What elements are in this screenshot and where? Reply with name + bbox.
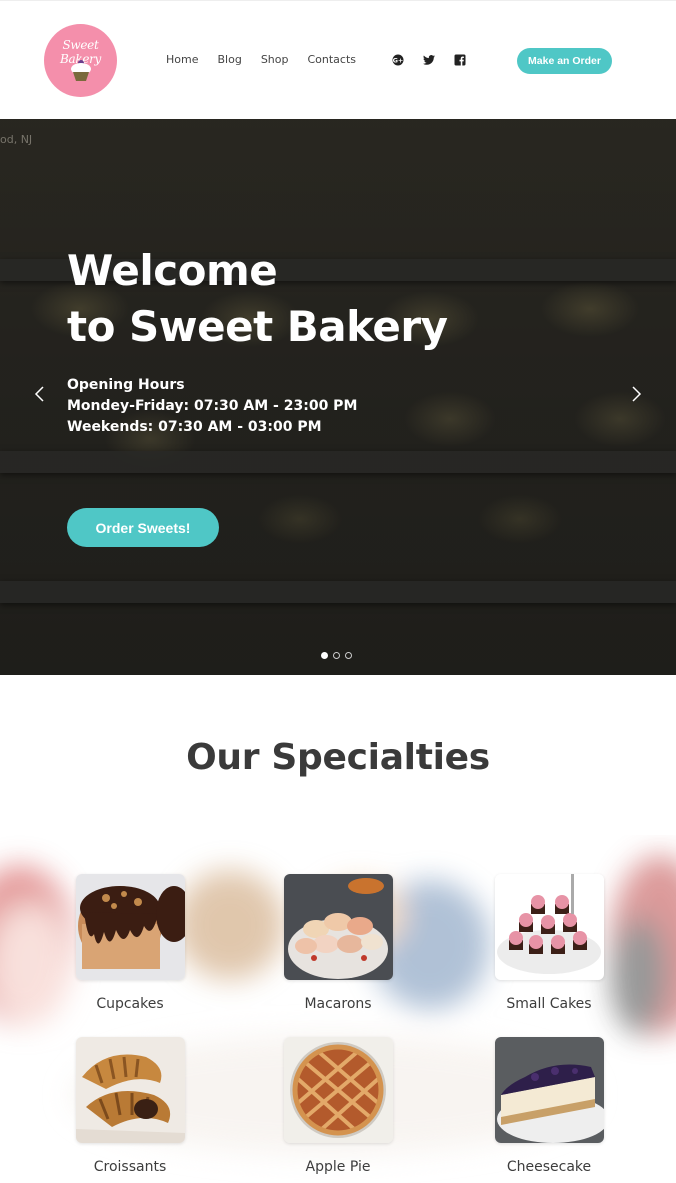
specialty-item-croissants[interactable]: Croissants [55,1037,205,1183]
hours-weekdays: Mondey-Friday: 07:30 AM - 23:00 PM [67,398,358,414]
hero-slider: od, NJ Welcome to Sweet Bakery Opening H… [0,119,676,675]
google-plus-icon[interactable]: G+ [391,53,405,67]
specialty-item-macarons[interactable]: Macarons [263,874,413,1024]
order-sweets-button[interactable]: Order Sweets! [67,508,219,547]
hours-title: Opening Hours [67,377,185,393]
hours-weekends: Weekends: 07:30 AM - 03:00 PM [67,419,322,435]
specialty-label[interactable]: Cupcakes [55,996,205,1012]
nav-shop[interactable]: Shop [261,53,289,66]
logo[interactable]: Sweet Bakery [44,24,117,97]
main-nav: Home Blog Shop Contacts [166,53,356,66]
cupcake-icon [71,60,91,81]
hero-title: Welcome to Sweet Bakery [67,243,587,355]
facebook-icon[interactable] [453,53,467,67]
social-links: G+ [391,53,467,67]
slider-dot[interactable] [321,652,328,659]
chevron-right-icon[interactable] [626,384,646,404]
hero-title-line2: to Sweet Bakery [67,302,448,351]
specialty-label[interactable]: Small Cakes [474,996,624,1012]
nav-home[interactable]: Home [166,53,198,66]
nav-blog[interactable]: Blog [217,53,241,66]
make-order-button[interactable]: Make an Order [517,48,612,74]
nav-contacts[interactable]: Contacts [307,53,356,66]
hero-corner-text: od, NJ [0,133,33,146]
specialty-label[interactable]: Macarons [263,996,413,1012]
croissants-image[interactable] [76,1037,185,1143]
chevron-left-icon[interactable] [30,384,50,404]
specialty-item-cheesecake[interactable]: Cheesecake [474,1037,624,1183]
opening-hours: Opening Hours Mondey-Friday: 07:30 AM - … [67,375,357,438]
oven-rack [0,451,676,473]
slider-dots [321,652,352,659]
specialty-label[interactable]: Cheesecake [474,1159,624,1175]
slider-dot[interactable] [333,652,340,659]
hero-title-line1: Welcome [67,246,278,295]
macarons-image[interactable] [284,874,393,980]
cupcakes-image[interactable] [76,874,185,980]
slider-dot[interactable] [345,652,352,659]
site-header: Sweet Bakery Home Blog Shop Contacts G+ … [0,0,676,119]
oven-rack [0,581,676,603]
specialties-section: Our Specialties Cupcakes Macarons Small … [0,675,676,1183]
specialty-label[interactable]: Croissants [55,1159,205,1175]
specialty-item-cupcakes[interactable]: Cupcakes [55,874,205,1024]
svg-text:G+: G+ [393,57,404,65]
twitter-icon[interactable] [422,53,436,67]
specialty-label[interactable]: Apple Pie [263,1159,413,1175]
specialty-item-small-cakes[interactable]: Small Cakes [474,874,624,1024]
small-cakes-image[interactable] [495,874,604,980]
specialties-title: Our Specialties [186,737,490,778]
apple-pie-image[interactable] [284,1037,393,1143]
cheesecake-image[interactable] [495,1037,604,1143]
specialty-item-apple-pie[interactable]: Apple Pie [263,1037,413,1183]
